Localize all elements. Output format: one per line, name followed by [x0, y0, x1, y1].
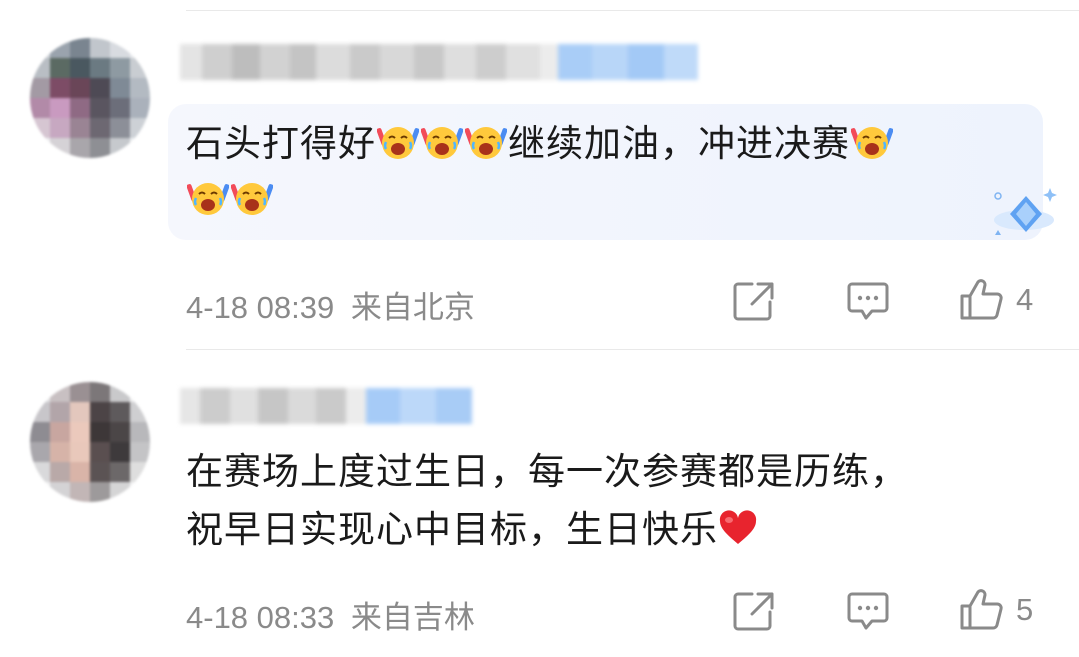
laughing-cheer-emoji	[376, 120, 420, 162]
comment-meta: 4-18 08:33 来自吉林	[186, 592, 475, 637]
comment-icon	[847, 592, 889, 630]
comment-text-line2	[186, 170, 274, 230]
laughing-cheer-emoji	[464, 120, 508, 162]
like-count: 5	[1016, 592, 1034, 627]
comment-text-part: 石头打得好	[186, 122, 376, 165]
comment-location: 来自北京	[350, 290, 475, 325]
laughing-cheer-emoji	[230, 176, 274, 218]
comment-location: 来自吉林	[350, 600, 475, 635]
comment-text: 石头打得好 继续加油，冲进决赛	[186, 114, 894, 174]
comment-time: 4-18 08:33	[186, 600, 335, 635]
diamond-badge-icon	[994, 188, 1057, 235]
red-heart-emoji	[718, 504, 758, 544]
username[interactable]	[180, 388, 472, 424]
thumbs-up-icon	[960, 279, 1003, 320]
share-icon	[733, 282, 774, 321]
avatar[interactable]	[30, 38, 150, 158]
comment-text-part: 继续加油，冲进决赛	[508, 122, 850, 165]
comment-text: 在赛场上度过生日，每一次参赛都是历练，	[186, 442, 908, 502]
like-button[interactable]: 4	[958, 278, 1033, 322]
comment-text-line2: 祝早日实现心中目标，生日快乐	[186, 500, 758, 560]
comment-text-part: 在赛场上度过生日，每一次参赛都是历练，	[186, 450, 908, 493]
comment-time: 4-18 08:39	[186, 290, 335, 325]
laughing-cheer-emoji	[186, 176, 230, 218]
laughing-cheer-emoji	[850, 120, 894, 162]
comment-divider	[186, 349, 1079, 350]
share-button[interactable]	[732, 280, 776, 322]
username[interactable]	[180, 44, 698, 80]
top-divider	[186, 10, 1079, 11]
avatar[interactable]	[30, 382, 150, 502]
comment-text-part: 祝早日实现心中目标，生日快乐	[186, 508, 718, 551]
share-button[interactable]	[732, 590, 776, 632]
laughing-cheer-emoji	[420, 120, 464, 162]
share-icon	[733, 592, 774, 631]
comment-button[interactable]	[846, 590, 890, 632]
thumbs-up-icon	[960, 589, 1003, 630]
like-count: 4	[1016, 282, 1034, 317]
comment-button[interactable]	[846, 280, 890, 322]
comment-icon	[847, 282, 889, 320]
like-button[interactable]: 5	[958, 588, 1033, 632]
comment-meta: 4-18 08:39 来自北京	[186, 282, 475, 327]
